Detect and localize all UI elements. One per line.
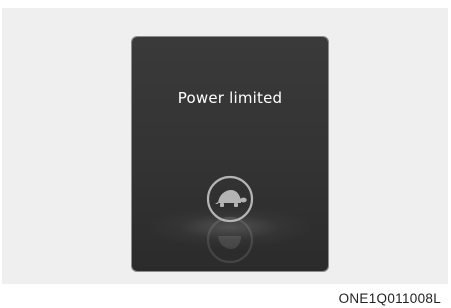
figure-code: ONE1Q011008L [338,291,441,306]
cluster-display-panel: Power limited [132,37,328,271]
turtle-icon-reflection [205,216,255,265]
power-limited-message: Power limited [177,89,283,107]
figure-canvas: Power limited ONE1Q011008L [0,0,451,308]
